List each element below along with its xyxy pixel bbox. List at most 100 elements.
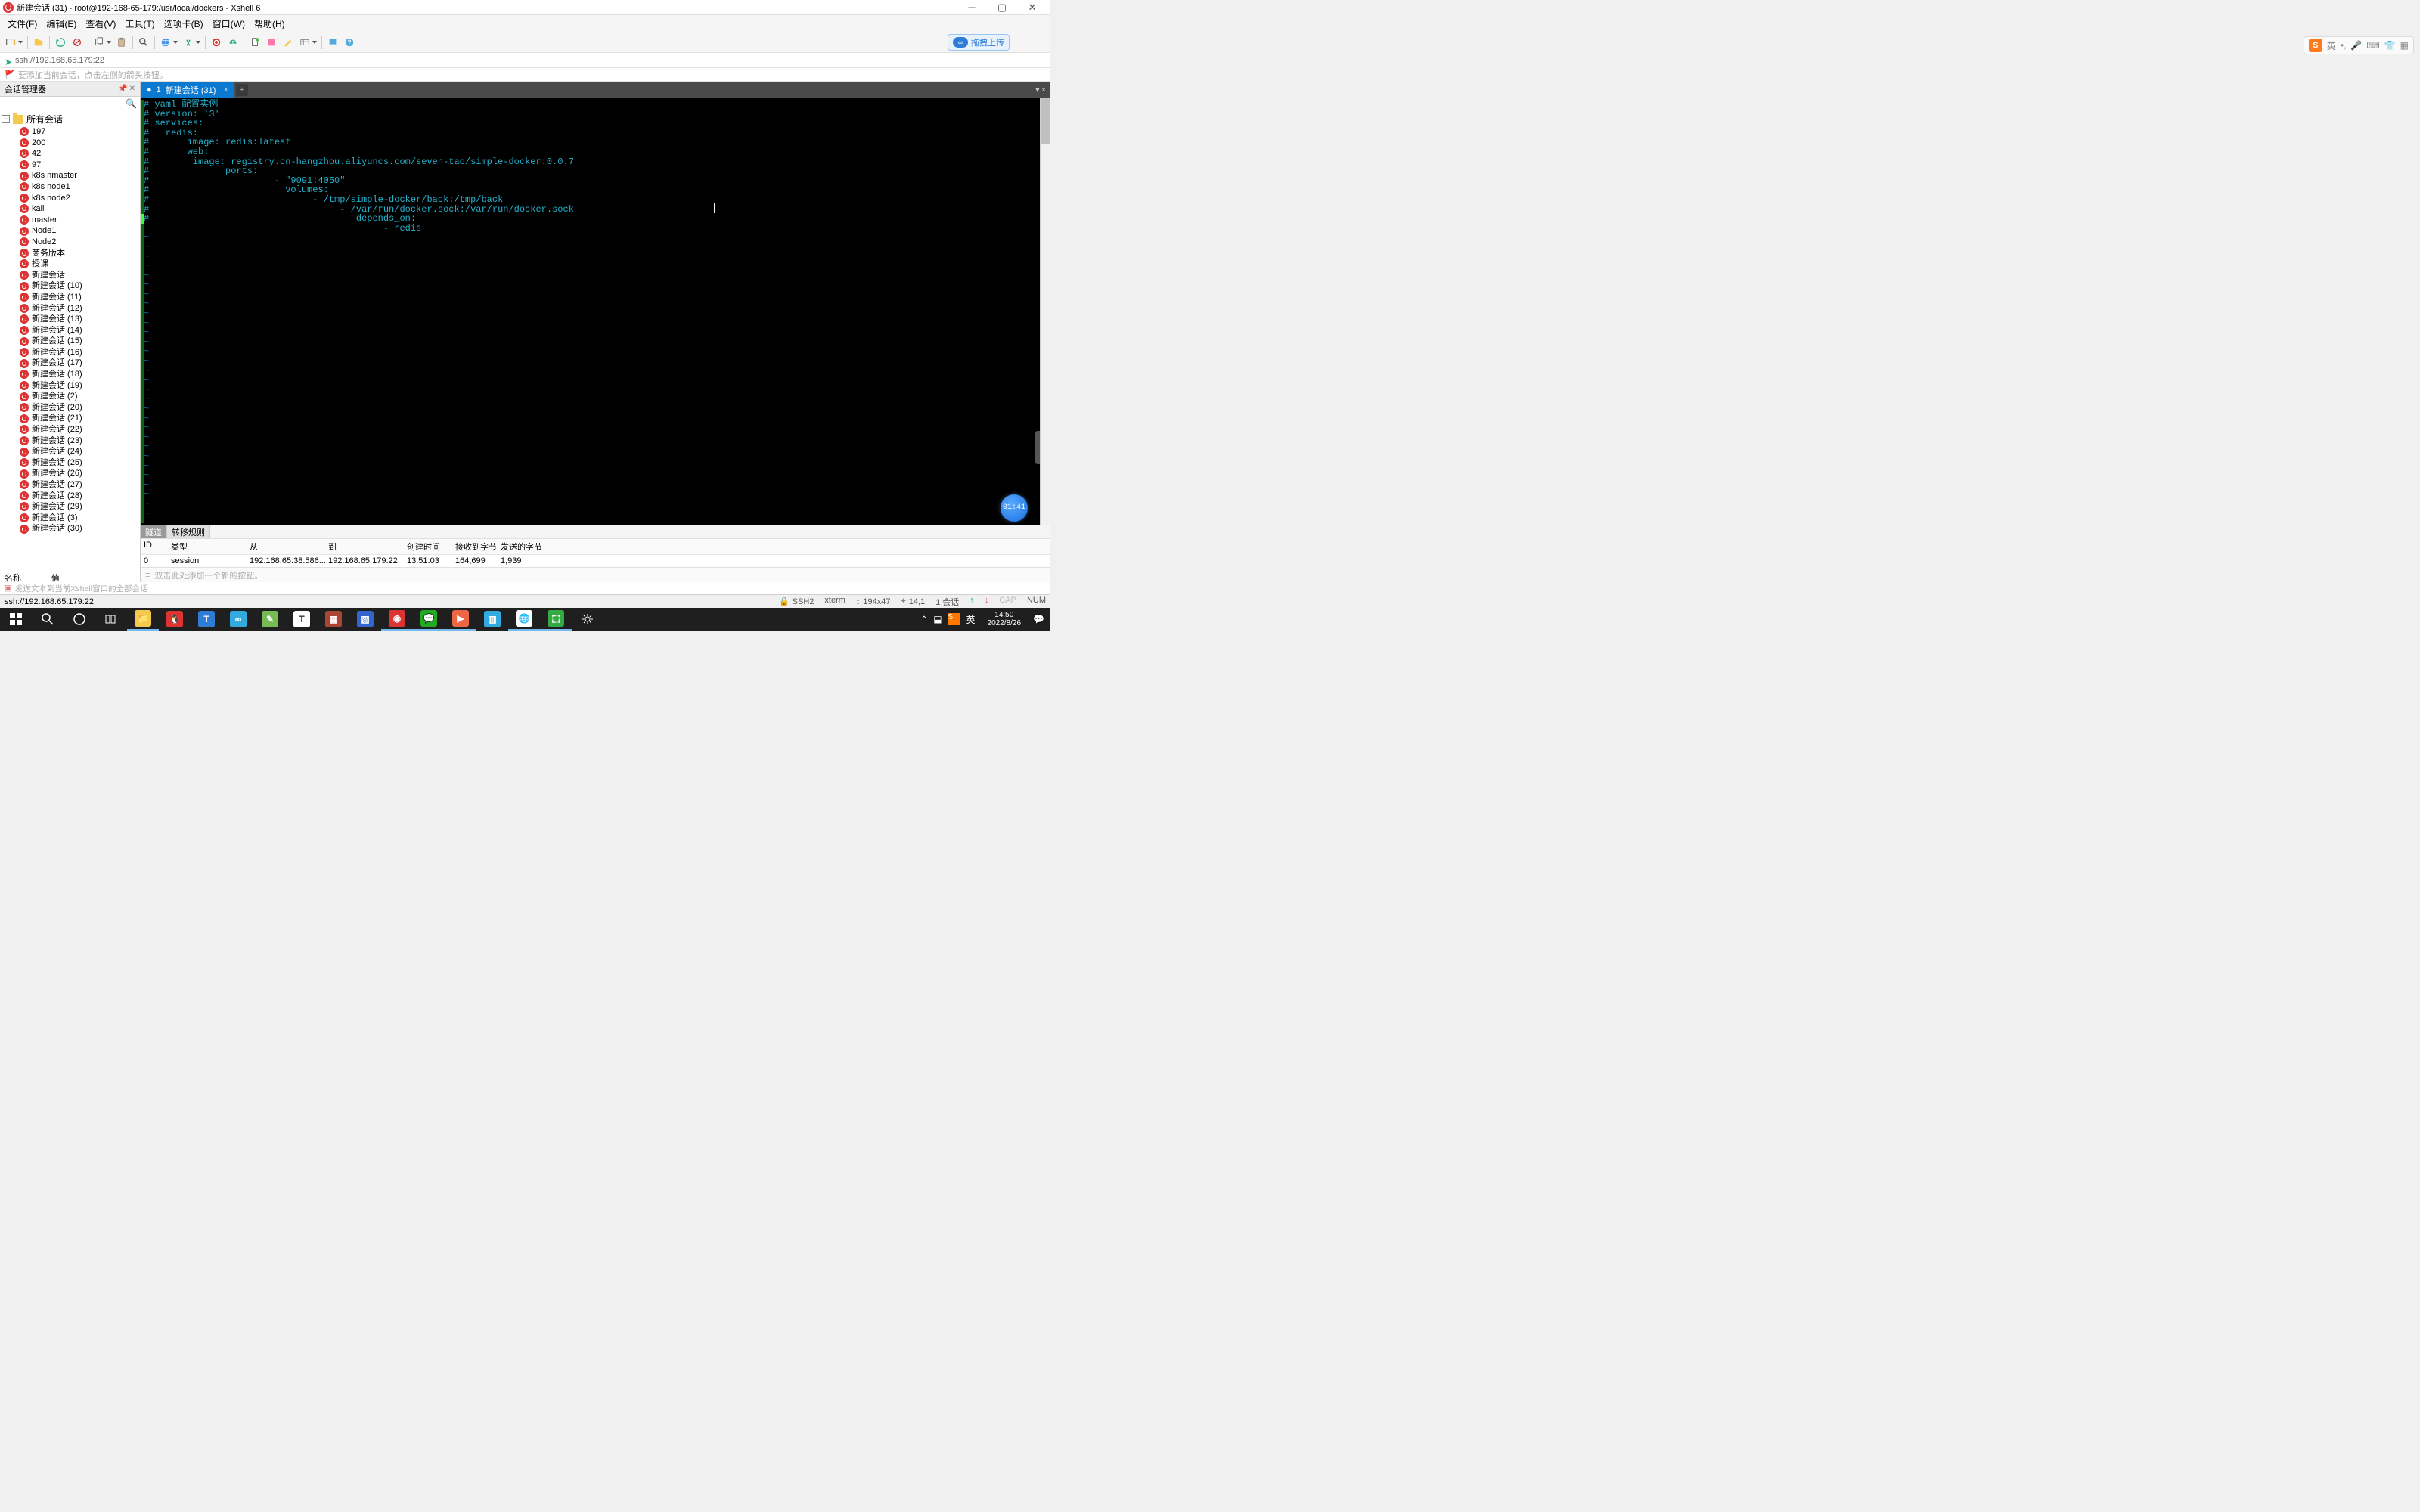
copy-button[interactable] [92, 35, 107, 50]
session-item[interactable]: 商务版本 [0, 248, 140, 259]
terminal-scrollbar[interactable] [1040, 98, 1050, 525]
taskbar-xshell[interactable]: ◉ [381, 608, 413, 631]
tab-add-button[interactable]: + [236, 84, 248, 96]
view-dropdown[interactable] [312, 41, 317, 44]
disconnect-button[interactable] [70, 35, 85, 50]
taskbar-app-1[interactable]: 🐧 [159, 608, 191, 631]
session-item[interactable]: k8s nmaster [0, 170, 140, 181]
ime-toolbox-icon[interactable]: ▦ [2400, 40, 2409, 51]
session-item[interactable]: 新建会话 (18) [0, 369, 140, 380]
copy-dropdown[interactable] [107, 41, 111, 44]
tabstrip-menu-icon[interactable]: ▾ × [1031, 86, 1050, 94]
menu-tools[interactable]: 工具(T) [122, 16, 157, 32]
help-button[interactable]: ? [342, 35, 357, 50]
sidebar-pin-icon[interactable]: 📌 [118, 85, 127, 93]
taskbar-app-9[interactable]: ▥ [476, 608, 508, 631]
tab-close-icon[interactable]: × [223, 85, 228, 94]
taskbar-explorer[interactable]: 📁 [127, 608, 159, 631]
compose-menu-icon[interactable]: ≡ [145, 571, 150, 580]
taskbar-wechat[interactable]: 💬 [413, 608, 445, 631]
session-item[interactable]: 200 [0, 138, 140, 149]
taskbar-app-6[interactable]: ▦ [318, 608, 349, 631]
col-id[interactable]: ID [144, 541, 171, 553]
taskbar-chrome[interactable]: 🌐 [508, 608, 540, 631]
session-item[interactable]: 新建会话 (10) [0, 280, 140, 292]
address-input[interactable] [15, 56, 1046, 65]
find-button[interactable] [136, 35, 151, 50]
menu-help[interactable]: 帮助(H) [251, 16, 288, 32]
session-item[interactable]: 新建会话 (20) [0, 402, 140, 414]
taskbar-app-8[interactable]: ▶ [445, 608, 476, 631]
xftp-button[interactable] [225, 35, 240, 50]
sidebar-search[interactable]: 🔍 [0, 97, 140, 110]
tray-more-icon[interactable]: ⌃ [921, 615, 927, 624]
session-item[interactable]: kali [0, 203, 140, 215]
menu-edit[interactable]: 编辑(E) [43, 16, 79, 32]
taskbar-app-7[interactable]: ▧ [349, 608, 381, 631]
session-item[interactable]: 新建会话 (15) [0, 336, 140, 347]
session-item[interactable]: 新建会话 (2) [0, 391, 140, 402]
session-item[interactable]: 新建会话 (3) [0, 513, 140, 524]
session-item[interactable]: 42 [0, 148, 140, 160]
session-item[interactable]: 新建会话 (25) [0, 457, 140, 469]
tray-ime-icon[interactable]: S [948, 613, 960, 625]
session-tree[interactable]: − 所有会话 1972004297k8s nmasterk8s node1k8s… [0, 110, 140, 572]
address-arrow-icon[interactable]: ➤ [5, 57, 12, 64]
menu-view[interactable]: 查看(V) [82, 16, 119, 32]
session-item[interactable]: Node2 [0, 237, 140, 248]
menu-window[interactable]: 窗口(W) [209, 16, 248, 32]
session-item[interactable]: 新建会话 (30) [0, 523, 140, 534]
ime-mic-icon[interactable]: 🎤 [2350, 40, 2362, 51]
start-button[interactable] [0, 608, 32, 631]
session-item[interactable]: 197 [0, 126, 140, 138]
new-session-dropdown[interactable] [18, 41, 23, 44]
expand-icon[interactable]: − [2, 115, 10, 123]
compose-bar[interactable]: ≡ 双击此处添加一个新的按钮。 [141, 567, 1050, 582]
ime-keyboard-icon[interactable]: ⌨ [2366, 40, 2379, 51]
session-item[interactable]: 新建会话 (21) [0, 413, 140, 424]
taskbar-settings[interactable] [572, 608, 603, 631]
session-item[interactable]: 授课 [0, 259, 140, 270]
security-button[interactable] [181, 35, 196, 50]
session-item[interactable]: 新建会话 (29) [0, 501, 140, 513]
session-item[interactable]: 97 [0, 160, 140, 171]
search-button[interactable] [32, 608, 64, 631]
session-item[interactable]: 新建会话 (13) [0, 314, 140, 325]
fullscreen-button[interactable] [325, 35, 340, 50]
ime-logo-icon[interactable]: S [2309, 39, 2322, 52]
session-item[interactable]: 新建会话 (27) [0, 479, 140, 491]
col-tx[interactable]: 发送的字节 [501, 541, 546, 553]
open-button[interactable] [31, 35, 46, 50]
scrollbar-thumb[interactable] [1041, 98, 1050, 144]
globe-dropdown[interactable] [173, 41, 178, 44]
security-dropdown[interactable] [196, 41, 200, 44]
taskbar-app-5[interactable]: T [286, 608, 318, 631]
reconnect-button[interactable] [53, 35, 68, 50]
tab-active[interactable]: ● 1 新建会话 (31) × [141, 82, 234, 98]
taskbar-app-3[interactable]: ∞ [222, 608, 254, 631]
ime-toolbar[interactable]: S 英 •, 🎤 ⌨ 👕 ▦ [2304, 36, 2414, 54]
session-item[interactable]: master [0, 215, 140, 226]
col-type[interactable]: 类型 [171, 541, 250, 553]
taskbar-app-2[interactable]: T [191, 608, 222, 631]
view-button[interactable] [297, 35, 312, 50]
new-session-button[interactable] [3, 35, 18, 50]
highlight-button[interactable] [281, 35, 296, 50]
session-item[interactable]: 新建会话 (11) [0, 292, 140, 303]
col-rx[interactable]: 接收到字节 [455, 541, 501, 553]
ime-skin-icon[interactable]: 👕 [2384, 40, 2396, 51]
col-from[interactable]: 从 [250, 541, 328, 553]
session-item[interactable]: 新建会话 (26) [0, 468, 140, 479]
session-item[interactable]: k8s node2 [0, 193, 140, 204]
table-row[interactable]: 0 session 192.168.65.38:586... 192.168.6… [141, 555, 1050, 567]
menu-file[interactable]: 文件(F) [5, 16, 40, 32]
properties-button[interactable] [264, 35, 279, 50]
minimize-button[interactable]: ─ [957, 0, 987, 15]
ime-punct[interactable]: •, [2341, 40, 2347, 51]
panel-tab-tunnel[interactable]: 隧道 [141, 525, 167, 539]
session-item[interactable]: 新建会话 (16) [0, 347, 140, 358]
close-button[interactable]: ✕ [1017, 0, 1047, 15]
col-time[interactable]: 创建时间 [407, 541, 455, 553]
tray-network-icon[interactable]: ⬓ [933, 614, 942, 624]
maximize-button[interactable]: ▢ [987, 0, 1017, 15]
